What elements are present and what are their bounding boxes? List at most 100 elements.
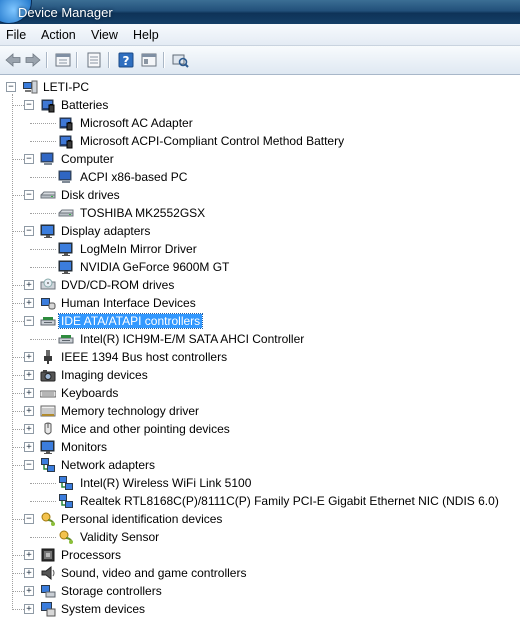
forward-icon[interactable]: [23, 50, 43, 70]
monitor-icon: [40, 439, 56, 455]
category-label: System devices: [61, 602, 146, 616]
menu-file[interactable]: File: [6, 28, 26, 42]
device-label: TOSHIBA MK2552GSX: [80, 206, 206, 220]
expand-icon[interactable]: +: [24, 604, 34, 614]
category-label: Processors: [61, 548, 122, 562]
device-label: LogMeIn Mirror Driver: [80, 242, 197, 256]
tree-root[interactable]: − LETI-PC: [0, 78, 520, 96]
collapse-icon[interactable]: −: [24, 154, 34, 164]
collapse-icon[interactable]: −: [24, 100, 34, 110]
tree-connector: [30, 537, 56, 539]
keyboard-icon: [40, 385, 56, 401]
tree-category[interactable]: − Computer: [0, 150, 520, 168]
tree-device[interactable]: LogMeIn Mirror Driver: [0, 240, 520, 258]
network-icon: [40, 457, 56, 473]
tree-category[interactable]: + Mice and other pointing devices: [0, 420, 520, 438]
device-tree: − LETI-PC − Batteries Microsoft AC Adapter Mi…: [0, 75, 520, 618]
tree-device[interactable]: Intel(R) ICH9M-E/M SATA AHCI Controller: [0, 330, 520, 348]
tree-category[interactable]: − Network adapters: [0, 456, 520, 474]
scan-hardware-icon[interactable]: [170, 50, 190, 70]
menu-view[interactable]: View: [91, 28, 118, 42]
tree-connector: [12, 94, 14, 610]
disk-drive-icon: [58, 205, 74, 221]
tree-connector: [30, 249, 56, 251]
device-label: NVIDIA GeForce 9600M GT: [80, 260, 230, 274]
fingerprint-icon: [40, 511, 56, 527]
tree-device[interactable]: Intel(R) Wireless WiFi Link 5100: [0, 474, 520, 492]
monitor-icon: [40, 223, 56, 239]
category-label: Storage controllers: [61, 584, 162, 598]
ieee1394-icon: [40, 349, 56, 365]
category-label: Personal identification devices: [61, 512, 223, 526]
category-label: Network adapters: [61, 458, 156, 472]
expand-icon[interactable]: +: [24, 424, 34, 434]
tree-category[interactable]: + IEEE 1394 Bus host controllers: [0, 348, 520, 366]
tree-connector: [30, 339, 56, 341]
collapse-icon[interactable]: −: [24, 226, 34, 236]
tree-category[interactable]: − Personal identification devices: [0, 510, 520, 528]
tree-device[interactable]: ACPI x86-based PC: [0, 168, 520, 186]
tree-device[interactable]: Validity Sensor: [0, 528, 520, 546]
tree-device[interactable]: TOSHIBA MK2552GSX: [0, 204, 520, 222]
tree-category[interactable]: + Keyboards: [0, 384, 520, 402]
toolbar: ?: [0, 46, 520, 75]
device-label: Microsoft AC Adapter: [80, 116, 193, 130]
expand-icon[interactable]: +: [24, 298, 34, 308]
tree-category[interactable]: − Disk drives: [0, 186, 520, 204]
tree-connector: [30, 123, 56, 125]
expand-icon[interactable]: +: [24, 406, 34, 416]
tree-device[interactable]: Microsoft AC Adapter: [0, 114, 520, 132]
collapse-icon[interactable]: −: [24, 460, 34, 470]
tree-category[interactable]: + Sound, video and game controllers: [0, 564, 520, 582]
tree-category[interactable]: + Human Interface Devices: [0, 294, 520, 312]
collapse-icon[interactable]: −: [24, 190, 34, 200]
expand-icon[interactable]: +: [24, 352, 34, 362]
tree-category[interactable]: + Storage controllers: [0, 582, 520, 600]
menu-help[interactable]: Help: [133, 28, 159, 42]
tree-category[interactable]: + Imaging devices: [0, 366, 520, 384]
tree-category[interactable]: + Processors: [0, 546, 520, 564]
network-icon: [58, 493, 74, 509]
battery-icon: [40, 97, 56, 113]
tree-category[interactable]: + Memory technology driver: [0, 402, 520, 420]
tree-category[interactable]: − IDE ATA/ATAPI controllers: [0, 312, 520, 330]
computer-icon: [40, 151, 56, 167]
monitor-icon: [58, 259, 74, 275]
tree-category[interactable]: + Monitors: [0, 438, 520, 456]
tree-category[interactable]: − Batteries: [0, 96, 520, 114]
expand-icon[interactable]: +: [24, 586, 34, 596]
tree-device[interactable]: Microsoft ACPI-Compliant Control Method …: [0, 132, 520, 150]
monitor-icon: [58, 241, 74, 257]
expand-icon[interactable]: +: [24, 280, 34, 290]
back-icon[interactable]: [3, 50, 23, 70]
battery-icon: [58, 115, 74, 131]
collapse-icon[interactable]: −: [6, 82, 16, 92]
tree-device[interactable]: Realtek RTL8168C(P)/8111C(P) Family PCI-…: [0, 492, 520, 510]
collapse-icon[interactable]: −: [24, 316, 34, 326]
properties-icon[interactable]: [53, 50, 73, 70]
tree-category[interactable]: − Display adapters: [0, 222, 520, 240]
collapse-icon[interactable]: −: [24, 514, 34, 524]
tree-device[interactable]: NVIDIA GeForce 9600M GT: [0, 258, 520, 276]
show-hide-tree-icon[interactable]: [84, 50, 104, 70]
network-icon: [58, 475, 74, 491]
tree-connector: [30, 177, 56, 179]
help-icon[interactable]: ?: [116, 50, 136, 70]
tree-category[interactable]: + System devices: [0, 600, 520, 618]
console-icon[interactable]: [139, 50, 159, 70]
menu-action[interactable]: Action: [41, 28, 76, 42]
category-label: Memory technology driver: [61, 404, 200, 418]
category-label: Mice and other pointing devices: [61, 422, 230, 436]
tree-category[interactable]: + DVD/CD-ROM drives: [0, 276, 520, 294]
tree-connector: [30, 483, 56, 485]
svg-text:?: ?: [123, 54, 130, 68]
expand-icon[interactable]: +: [24, 370, 34, 380]
expand-icon[interactable]: +: [24, 388, 34, 398]
expand-icon[interactable]: +: [24, 550, 34, 560]
expand-icon[interactable]: +: [24, 568, 34, 578]
ide-controller-icon: [58, 331, 74, 347]
pc-icon: [22, 79, 38, 95]
expand-icon[interactable]: +: [24, 442, 34, 452]
tree-connector: [30, 501, 56, 503]
device-label: Intel(R) ICH9M-E/M SATA AHCI Controller: [80, 332, 305, 346]
